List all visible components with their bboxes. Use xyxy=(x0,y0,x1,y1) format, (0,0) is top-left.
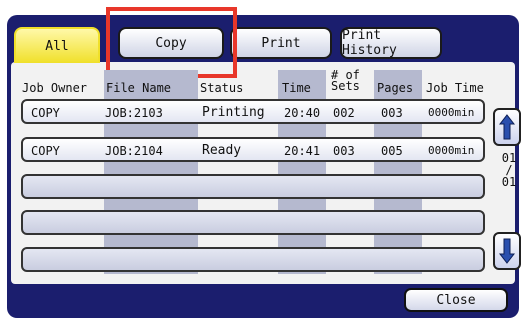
scroll-down-button[interactable] xyxy=(493,232,521,270)
tab-all-label: All xyxy=(45,38,69,54)
job-row[interactable]: COPY JOB:2104 Ready 20:41 003 005 0000mi… xyxy=(21,137,485,162)
col-status: Status xyxy=(200,81,244,95)
file-name-cell: JOB:2103 xyxy=(105,106,163,120)
col-sets-line2: Sets xyxy=(331,79,360,93)
job-row[interactable]: COPY JOB:2103 Printing 20:40 002 003 000… xyxy=(21,99,485,124)
tab-print-label: Print xyxy=(261,35,301,51)
scroll-up-button[interactable] xyxy=(493,108,521,146)
col-time: Time xyxy=(282,81,311,95)
sets-cell: 003 xyxy=(333,144,355,158)
page-total: 01 xyxy=(501,175,517,189)
job-owner-cell: COPY xyxy=(31,106,60,120)
col-file-name: File Name xyxy=(106,81,172,95)
col-job-owner: Job Owner xyxy=(22,81,88,95)
empty-job-row[interactable] xyxy=(21,210,485,235)
tab-all[interactable]: All xyxy=(14,27,100,63)
job-time-cell: 0000min xyxy=(428,106,475,119)
arrow-down-icon xyxy=(499,238,515,264)
tab-copy[interactable]: Copy xyxy=(118,27,224,59)
time-cell: 20:40 xyxy=(284,106,321,120)
status-cell: Ready xyxy=(202,143,242,158)
col-job-time: Job Time xyxy=(426,81,484,95)
pages-cell: 003 xyxy=(381,106,403,120)
close-button-label: Close xyxy=(436,292,476,308)
tab-print-history-label: Print History xyxy=(342,28,397,58)
tab-print-history[interactable]: Print History xyxy=(340,27,442,59)
file-name-cell: JOB:2104 xyxy=(105,144,163,158)
tab-copy-label: Copy xyxy=(155,35,187,51)
job-owner-cell: COPY xyxy=(31,144,60,158)
col-pages: Pages xyxy=(377,81,414,95)
empty-job-row[interactable] xyxy=(21,174,485,199)
status-cell: Printing xyxy=(202,105,265,120)
job-time-cell: 0000min xyxy=(428,144,475,157)
sets-cell: 002 xyxy=(333,106,355,120)
arrow-up-icon xyxy=(499,114,515,140)
empty-job-row[interactable] xyxy=(21,247,485,272)
close-button[interactable]: Close xyxy=(404,288,508,312)
time-cell: 20:41 xyxy=(284,144,321,158)
page-indicator: 01 / 01 xyxy=(498,152,520,188)
pages-cell: 005 xyxy=(381,144,403,158)
tab-print[interactable]: Print xyxy=(230,27,332,59)
